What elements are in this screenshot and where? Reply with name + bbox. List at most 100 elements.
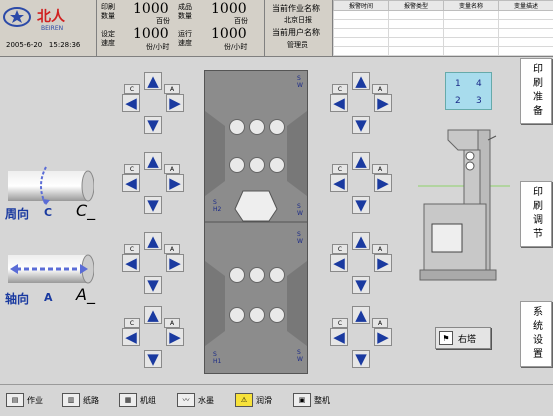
left-arrow-button[interactable]: ◀: [122, 94, 140, 112]
pad-c-label: C: [130, 86, 134, 93]
right-arrow-button[interactable]: ▶: [374, 328, 392, 346]
ink-water-tab-label: 水墨: [198, 395, 214, 406]
right-arrow-button[interactable]: ▶: [166, 254, 184, 272]
print-qty-value: 1000: [133, 1, 169, 17]
pad-c-label: C: [130, 246, 134, 253]
left-arrow-button[interactable]: ◀: [330, 174, 348, 192]
up-arrow-button[interactable]: ▲: [352, 232, 370, 250]
left-arrow-icon: ◀: [125, 330, 137, 345]
sw-label: S W: [297, 75, 303, 89]
up-arrow-button[interactable]: ▲: [352, 306, 370, 324]
up-arrow-button[interactable]: ▲: [144, 232, 162, 250]
up-arrow-button[interactable]: ▲: [352, 152, 370, 170]
job-icon: ▤: [6, 393, 24, 407]
down-arrow-button[interactable]: ▼: [144, 196, 162, 214]
lubrication-tab[interactable]: ⚠润滑: [235, 389, 272, 411]
side-menu: 印刷准备 印刷调节 系统设置: [516, 58, 553, 384]
alarm-column-header[interactable]: 变量名称: [444, 1, 499, 11]
adjust-pad: ▲ ▼ ◀ ▶ C A: [122, 72, 184, 134]
right-arrow-button[interactable]: ▶: [166, 94, 184, 112]
up-arrow-icon: ▲: [355, 234, 367, 249]
unit-icon: ▦: [119, 393, 137, 407]
right-arrow-icon: ▶: [169, 256, 181, 271]
up-arrow-icon: ▲: [147, 154, 159, 169]
complete-machine-tab[interactable]: ▣整机: [293, 389, 330, 411]
alarm-table[interactable]: 报警时间报警类型变量名称变量描述: [332, 0, 553, 56]
right-arrow-button[interactable]: ▶: [166, 328, 184, 346]
left-arrow-button[interactable]: ◀: [122, 174, 140, 192]
sw-label: S W: [297, 231, 303, 245]
paper-path-tab-label: 纸路: [83, 395, 99, 406]
pad-a-label: A: [378, 320, 382, 327]
right-tower-label: 右塔: [458, 332, 476, 345]
tower-num-3: 3: [476, 96, 482, 106]
down-arrow-button[interactable]: ▼: [352, 116, 370, 134]
paper-path-icon: ▥: [62, 393, 80, 407]
right-arrow-icon: ▶: [169, 176, 181, 191]
down-arrow-button[interactable]: ▼: [352, 276, 370, 294]
right-arrow-icon: ▶: [377, 176, 389, 191]
up-arrow-button[interactable]: ▲: [352, 72, 370, 90]
run-speed-unit: 份/小时: [224, 42, 247, 52]
print-adjust-button[interactable]: 印刷调节: [520, 181, 552, 247]
left-arrow-button[interactable]: ◀: [122, 328, 140, 346]
down-arrow-button[interactable]: ▼: [352, 350, 370, 368]
right-arrow-button[interactable]: ▶: [374, 174, 392, 192]
divider: [264, 0, 265, 56]
down-arrow-button[interactable]: ▼: [144, 350, 162, 368]
down-arrow-icon: ▼: [147, 278, 159, 293]
lubrication-tab-label: 润滑: [256, 395, 272, 406]
down-arrow-button[interactable]: ▼: [144, 116, 162, 134]
right-tower-button[interactable]: ⚑ 右塔: [435, 327, 491, 349]
right-arrow-button[interactable]: ▶: [374, 254, 392, 272]
left-arrow-icon: ◀: [125, 96, 137, 111]
pad-a-label: A: [164, 84, 180, 94]
up-arrow-button[interactable]: ▲: [144, 72, 162, 90]
system-settings-button[interactable]: 系统设置: [520, 301, 552, 367]
alarm-column-header[interactable]: 变量描述: [499, 1, 553, 11]
up-arrow-icon: ▲: [147, 234, 159, 249]
roller: [249, 267, 265, 283]
roller: [229, 157, 245, 173]
job-tab[interactable]: ▤作业: [6, 389, 43, 411]
ink-water-tab[interactable]: 〰水墨: [177, 389, 214, 411]
alarm-column-header[interactable]: 报警类型: [389, 1, 444, 11]
h2-label: S H2: [213, 199, 221, 213]
up-arrow-icon: ▲: [355, 74, 367, 89]
roller: [269, 267, 285, 283]
alarm-column-header[interactable]: 报警时间: [334, 1, 389, 11]
roller: [269, 307, 285, 323]
folder-machine-illustration: [418, 120, 510, 288]
up-arrow-button[interactable]: ▲: [144, 306, 162, 324]
left-arrow-button[interactable]: ◀: [330, 328, 348, 346]
left-arrow-button[interactable]: ◀: [330, 254, 348, 272]
pad-c-label: C: [338, 166, 342, 173]
datetime: 2005-6-20 15:28:36: [6, 41, 80, 49]
down-arrow-button[interactable]: ▼: [352, 196, 370, 214]
print-qty-label: 印刷 数量: [101, 3, 117, 21]
left-arrow-button[interactable]: ◀: [122, 254, 140, 272]
printing-unit-diagram: S W S W S W S W S H2 S H1: [204, 70, 308, 374]
adjust-pad: ▲▼◀▶CA: [122, 306, 184, 368]
left-arrow-button[interactable]: ◀: [330, 94, 348, 112]
right-arrow-button[interactable]: ▶: [374, 94, 392, 112]
down-arrow-button[interactable]: ▼: [144, 276, 162, 294]
divider: [96, 0, 97, 56]
pad-a-label: A: [164, 164, 180, 174]
left-arrow-icon: ◀: [125, 256, 137, 271]
right-arrow-button[interactable]: ▶: [166, 174, 184, 192]
print-qty-unit: 百份: [156, 16, 170, 26]
run-speed-label: 运行 速度: [178, 30, 192, 48]
up-arrow-button[interactable]: ▲: [144, 152, 162, 170]
unit-tab[interactable]: ▦机组: [119, 389, 156, 411]
roller: [249, 307, 265, 323]
finished-unit: 百份: [234, 16, 248, 26]
paper-path-tab[interactable]: ▥纸路: [62, 389, 99, 411]
flag-icon: ⚑: [439, 331, 453, 345]
left-arrow-icon: ◀: [125, 176, 137, 191]
print-prepare-button[interactable]: 印刷准备: [520, 58, 552, 124]
down-arrow-icon: ▼: [147, 118, 159, 133]
right-arrow-icon: ▶: [377, 96, 389, 111]
right-arrow-icon: ▶: [169, 96, 181, 111]
pad-c-label: C: [332, 164, 348, 174]
